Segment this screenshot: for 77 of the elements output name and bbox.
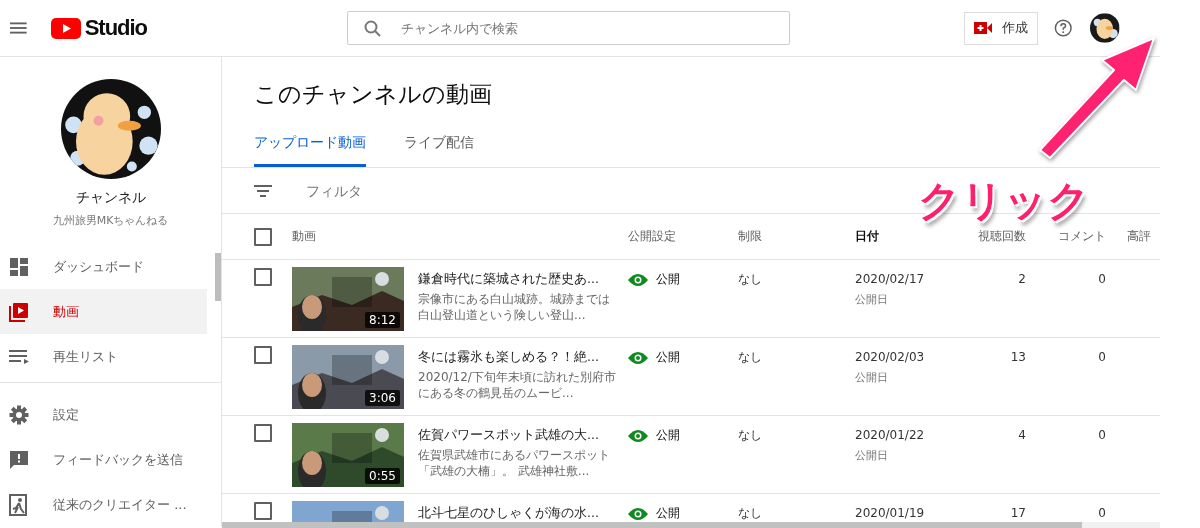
sidebar-item[interactable]: 動画 xyxy=(0,289,207,334)
eye-icon xyxy=(628,428,648,443)
search-input[interactable]: チャンネル内で検索 xyxy=(399,19,789,37)
visibility-label: 公開 xyxy=(656,272,680,287)
video-title[interactable]: 鎌倉時代に築城された歴史あ... xyxy=(418,271,623,287)
tab[interactable]: ライブ配信 xyxy=(404,134,474,167)
sidebar-item[interactable]: 再生リスト xyxy=(0,334,207,379)
sidebar-item[interactable]: 従来のクリエイター ... xyxy=(0,482,207,527)
table-cell-text: 2 xyxy=(1017,272,1026,287)
column-header[interactable]: 動画 xyxy=(292,229,628,244)
filter-icon[interactable] xyxy=(254,184,272,197)
eye-icon xyxy=(628,350,648,365)
video-camera-icon xyxy=(973,22,992,34)
date-value: 2020/02/03 xyxy=(855,350,926,365)
visibility-label: 公開 xyxy=(656,506,680,521)
eye-icon xyxy=(628,272,648,287)
page-title: このチャンネルの動画 xyxy=(254,80,493,109)
column-header[interactable]: 公開設定 xyxy=(628,229,738,244)
search-field[interactable]: チャンネル内で検索 xyxy=(347,11,790,45)
video-duration: 8:12 xyxy=(365,312,400,328)
video-library-icon xyxy=(9,301,29,322)
video-title[interactable]: 佐賀パワースポット武雄の大... xyxy=(418,427,623,443)
video-title[interactable]: 北斗七星のひしゃくが海の水... xyxy=(418,505,623,521)
column-header[interactable]: 視聴回数 xyxy=(955,229,1026,244)
date-value: 2020/02/17 xyxy=(855,272,926,287)
checkbox[interactable] xyxy=(254,227,272,246)
sidebar-item[interactable]: ダッシュボード xyxy=(0,244,207,289)
search-icon xyxy=(364,19,382,37)
table-cell-text: 13 xyxy=(1009,350,1026,365)
visibility-label: 公開 xyxy=(656,428,680,443)
table-cell-text: 4 xyxy=(1017,428,1026,443)
column-header[interactable]: 日付 xyxy=(855,229,955,244)
sidebar-item[interactable]: フィードバックを送信 xyxy=(0,437,207,482)
table-cell-text: なし xyxy=(738,272,763,287)
playlist-icon xyxy=(9,349,29,364)
table-cell-text: 0 xyxy=(1097,428,1106,443)
table-cell-text: 0 xyxy=(1097,272,1106,287)
dashboard-icon xyxy=(9,257,29,276)
eye-icon xyxy=(628,506,648,521)
channel-label: チャンネル xyxy=(75,189,146,207)
column-header[interactable]: 制限 xyxy=(738,229,855,244)
checkbox[interactable] xyxy=(254,424,272,442)
date-value: 2020/01/19 xyxy=(855,506,926,521)
sidebar-item[interactable]: 設定 xyxy=(0,392,207,437)
create-button[interactable]: 作成 xyxy=(963,11,1038,45)
date-label: 公開日 xyxy=(855,370,889,385)
annotation-text: クリック xyxy=(918,180,1090,222)
channel-name: 九州旅男MKちゃんねる xyxy=(52,213,169,228)
video-duration: 0:55 xyxy=(365,468,400,484)
column-header[interactable]: 高評 xyxy=(1106,229,1166,244)
checkbox[interactable] xyxy=(254,502,272,520)
table-cell-text: 17 xyxy=(1009,506,1026,521)
date-label: 公開日 xyxy=(855,292,889,307)
feedback-icon xyxy=(9,449,29,470)
logo-text: Studio xyxy=(84,15,148,41)
visibility-label: 公開 xyxy=(656,350,680,365)
play-logo-icon xyxy=(50,17,81,39)
date-label: 公開日 xyxy=(855,448,889,463)
video-description: 佐賀県武雄市にあるパワースポット「武雄の大楠」。 武雄神社敷... xyxy=(418,447,611,479)
table-cell-text: なし xyxy=(738,428,763,443)
table-cell-text: なし xyxy=(738,506,763,521)
table-cell-text: 0 xyxy=(1097,506,1106,521)
video-title[interactable]: 冬には霧氷も楽しめる？！絶... xyxy=(418,349,623,365)
table-cell-text: 0 xyxy=(1097,350,1106,365)
checkbox[interactable] xyxy=(254,268,272,286)
settings-icon xyxy=(9,404,29,425)
checkbox[interactable] xyxy=(254,346,272,364)
video-description: 2020/12/下旬年末頃に訪れた別府市にある冬の鶴見岳のムービ... xyxy=(418,369,617,401)
tab[interactable]: アップロード動画 xyxy=(254,134,366,167)
menu-icon[interactable] xyxy=(10,22,27,34)
help-icon[interactable] xyxy=(1053,18,1073,38)
table-cell-text: なし xyxy=(738,350,763,365)
video-description: 宗像市にある白山城跡。城跡までは白山登山道という険しい登山... xyxy=(418,291,611,323)
date-value: 2020/01/22 xyxy=(855,428,926,443)
exit-icon xyxy=(9,493,29,516)
video-duration: 3:06 xyxy=(365,390,400,406)
column-header[interactable]: コメント xyxy=(1026,229,1106,244)
